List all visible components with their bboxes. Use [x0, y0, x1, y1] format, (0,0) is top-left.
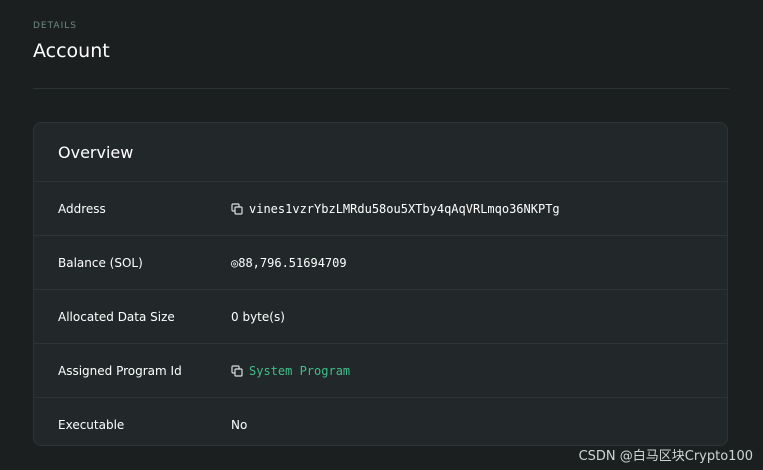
- overview-card: Overview Address vines1vzrYbzLMRdu58ou5X…: [33, 122, 728, 446]
- executable-value: No: [231, 417, 248, 432]
- program-id-link[interactable]: System Program: [249, 364, 350, 378]
- overview-title: Overview: [34, 123, 727, 182]
- address-value-wrap: vines1vzrYbzLMRdu58ou5XTby4qAqVRLmqo36NK…: [231, 202, 560, 216]
- executable-label: Executable: [58, 417, 125, 432]
- row-executable: Executable No: [34, 398, 727, 445]
- address-label: Address: [58, 201, 106, 216]
- program-id-value-wrap: System Program: [231, 364, 350, 378]
- balance-label: Balance (SOL): [58, 255, 143, 270]
- page-title: Account: [33, 40, 110, 62]
- row-balance: Balance (SOL) ◎88,796.51694709: [34, 236, 727, 290]
- watermark: CSDN @白马区块Crypto100: [578, 449, 753, 464]
- account-page: DETAILS Account Overview Address vines1v…: [0, 0, 763, 470]
- copy-icon[interactable]: [231, 202, 243, 215]
- row-data-size: Allocated Data Size 0 byte(s): [34, 290, 727, 344]
- row-address: Address vines1vzrYbzLMRdu58ou5XTby4qAqVR…: [34, 182, 727, 236]
- balance-value-wrap: ◎88,796.51694709: [231, 256, 347, 270]
- header-divider: [33, 88, 729, 89]
- address-value[interactable]: vines1vzrYbzLMRdu58ou5XTby4qAqVRLmqo36NK…: [249, 202, 560, 216]
- row-program-id: Assigned Program Id System Program: [34, 344, 727, 398]
- data-size-label: Allocated Data Size: [58, 309, 175, 324]
- balance-value: ◎88,796.51694709: [231, 255, 347, 270]
- copy-icon[interactable]: [231, 364, 243, 377]
- data-size-value: 0 byte(s): [231, 309, 285, 324]
- program-id-label: Assigned Program Id: [58, 363, 182, 378]
- section-label: DETAILS: [33, 21, 77, 31]
